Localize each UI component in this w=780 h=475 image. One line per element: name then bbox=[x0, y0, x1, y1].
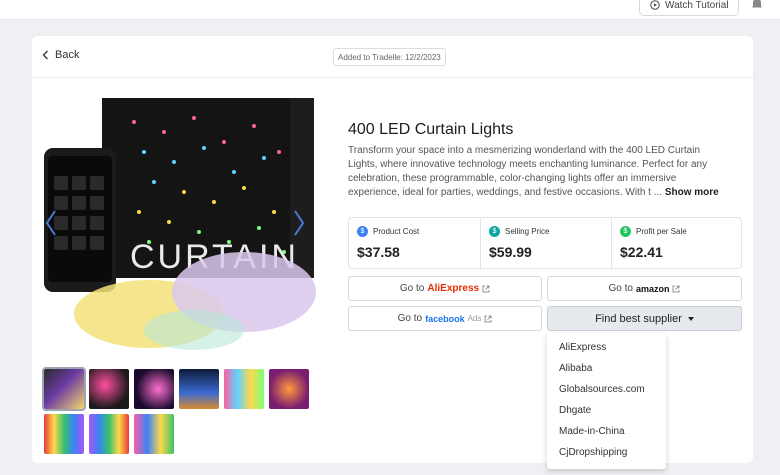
back-label: Back bbox=[55, 49, 80, 61]
product-card: Back Added to Tradelle: 12/2/2023 CURTAI… bbox=[32, 36, 753, 469]
stat-value: $37.58 bbox=[357, 244, 400, 260]
thumbnail-1[interactable] bbox=[42, 367, 86, 411]
stat-value: $22.41 bbox=[620, 244, 663, 260]
watch-tutorial-button[interactable]: Watch Tutorial bbox=[639, 0, 739, 16]
stat-selling-price: $ Selling Price $59.99 bbox=[480, 218, 611, 270]
go-to-amazon-button[interactable]: Go to amazon bbox=[547, 276, 742, 301]
product-main-image[interactable]: CURTAIN bbox=[44, 92, 316, 362]
thumbnail-6[interactable] bbox=[269, 369, 309, 409]
added-date-badge: Added to Tradelle: 12/2/2023 bbox=[333, 48, 446, 66]
supplier-dropdown: AliExpress Alibaba Globalsources.com Dhg… bbox=[547, 333, 666, 469]
thumbnail-8[interactable] bbox=[89, 414, 129, 454]
ads-label: Ads bbox=[467, 314, 482, 323]
product-description: Transform your space into a mesmerizing … bbox=[348, 144, 726, 200]
find-best-supplier-button[interactable]: Find best supplier bbox=[547, 306, 742, 331]
product-title: 400 LED Curtain Lights bbox=[348, 121, 514, 138]
next-image-arrow-icon[interactable] bbox=[292, 208, 306, 238]
product-photo: CURTAIN bbox=[44, 92, 316, 362]
prev-image-arrow-icon[interactable] bbox=[44, 208, 58, 238]
go-to-facebook-ads-button[interactable]: Go to facebook Ads bbox=[348, 306, 542, 331]
go-to-label: Go to bbox=[397, 313, 423, 324]
supplier-option-dhgate[interactable]: Dhgate bbox=[559, 405, 591, 416]
stat-label: Product Cost bbox=[373, 227, 420, 236]
supplier-option-made-in-china[interactable]: Made-in-China bbox=[559, 426, 625, 437]
facebook-logo: facebook bbox=[425, 313, 465, 324]
thumbnail-2[interactable] bbox=[89, 369, 129, 409]
back-button[interactable]: Back bbox=[42, 49, 79, 61]
external-link-icon bbox=[482, 285, 490, 292]
price-icon: $ bbox=[489, 226, 500, 237]
supplier-option-alibaba[interactable]: Alibaba bbox=[559, 363, 592, 374]
show-more-link[interactable]: Show more bbox=[665, 187, 719, 198]
profit-icon: $ bbox=[620, 226, 631, 237]
thumbnail-5[interactable] bbox=[224, 369, 264, 409]
supplier-option-cjdropshipping[interactable]: CjDropshipping bbox=[559, 447, 627, 458]
go-to-label: Go to bbox=[608, 283, 633, 294]
thumbnail-4[interactable] bbox=[179, 369, 219, 409]
supplier-option-aliexpress[interactable]: AliExpress bbox=[559, 342, 606, 353]
external-link-icon bbox=[484, 315, 492, 322]
external-link-icon bbox=[673, 285, 680, 292]
price-stats: $ Product Cost $37.58 $ Selling Price $5… bbox=[348, 217, 742, 270]
description-text: Transform your space into a mesmerizing … bbox=[348, 145, 708, 198]
supplier-option-globalsources[interactable]: Globalsources.com bbox=[559, 384, 645, 395]
play-circle-icon bbox=[650, 0, 660, 10]
thumbnail-3[interactable] bbox=[134, 369, 174, 409]
go-to-aliexpress-button[interactable]: Go to AliExpress bbox=[348, 276, 542, 301]
find-supplier-label: Find best supplier bbox=[595, 312, 682, 325]
stat-label: Profit per Sale bbox=[636, 227, 687, 236]
thumbnail-9[interactable] bbox=[134, 414, 174, 454]
stat-label: Selling Price bbox=[505, 227, 550, 236]
watch-tutorial-label: Watch Tutorial bbox=[665, 0, 729, 11]
stat-value: $59.99 bbox=[489, 244, 532, 260]
chevron-left-icon bbox=[42, 50, 48, 60]
stat-product-cost: $ Product Cost $37.58 bbox=[349, 218, 480, 270]
notification-bell-icon[interactable] bbox=[750, 0, 764, 11]
go-to-label: Go to bbox=[399, 283, 425, 294]
aliexpress-logo: AliExpress bbox=[427, 283, 480, 294]
card-header: Back Added to Tradelle: 12/2/2023 bbox=[32, 36, 753, 78]
top-bar: Watch Tutorial bbox=[0, 0, 780, 20]
caret-down-icon bbox=[687, 316, 694, 321]
thumbnail-7[interactable] bbox=[44, 414, 84, 454]
stat-profit-per-sale: $ Profit per Sale $22.41 bbox=[611, 218, 742, 270]
tag-icon: $ bbox=[357, 226, 368, 237]
amazon-logo: amazon bbox=[635, 283, 670, 294]
